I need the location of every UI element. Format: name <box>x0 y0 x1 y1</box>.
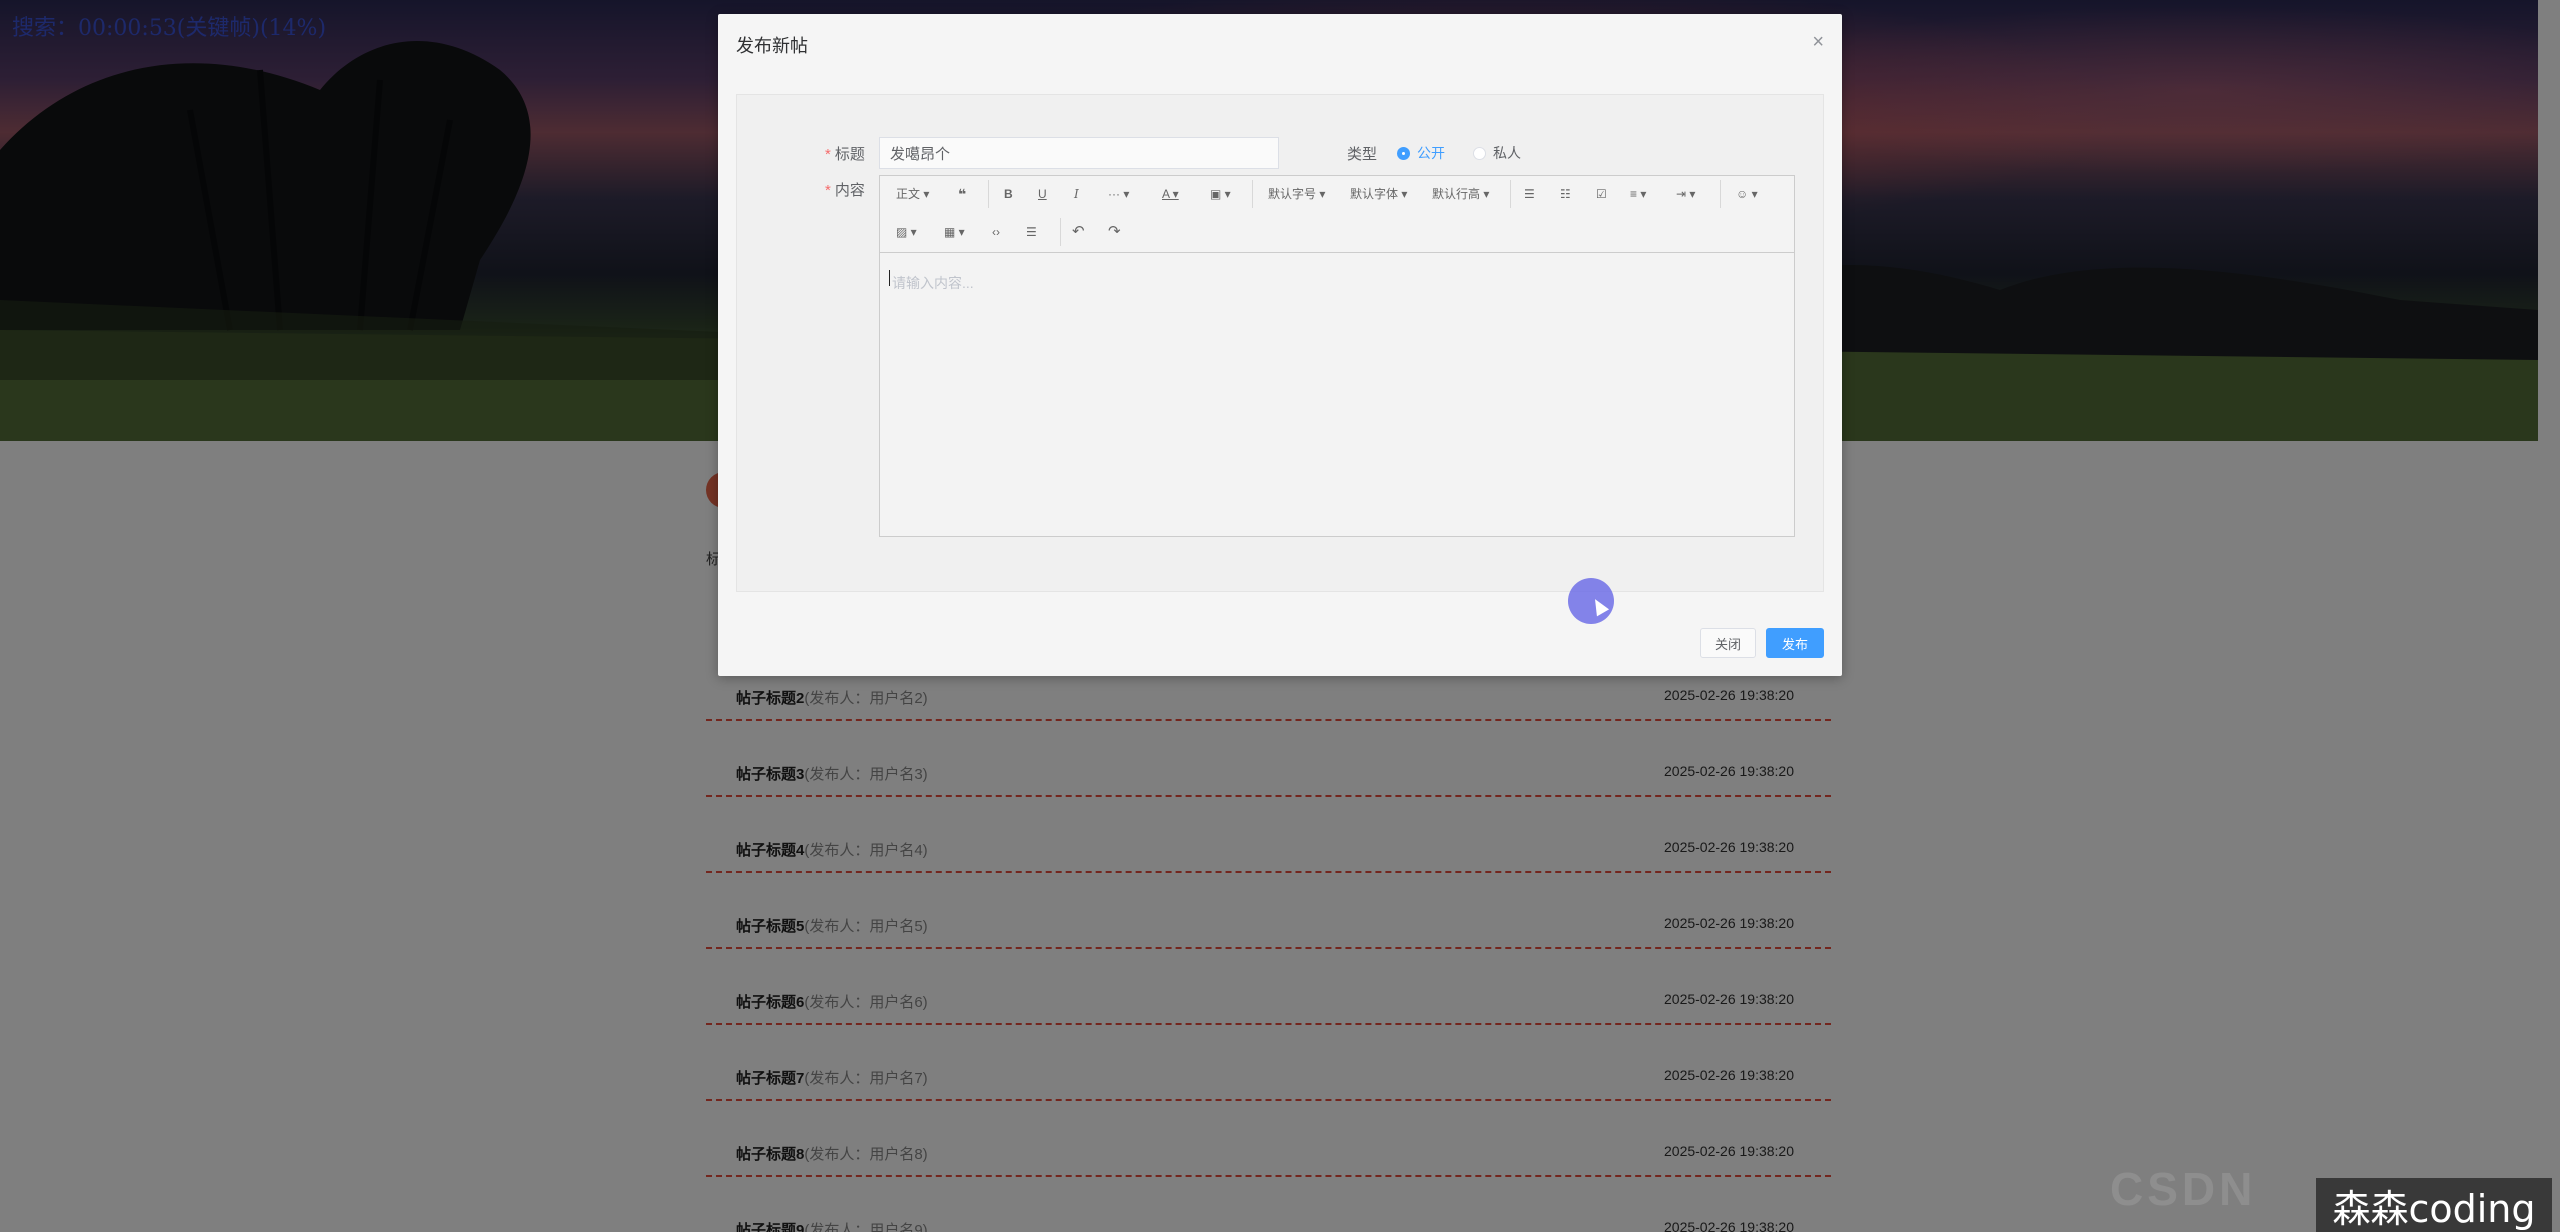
watermark: 森森coding <box>2316 1178 2552 1232</box>
radio-dot <box>1473 146 1486 160</box>
more-icon[interactable]: ··· ▾ <box>1108 182 1129 206</box>
indent-icon[interactable]: ⇥ ▾ <box>1676 182 1695 206</box>
image-icon[interactable]: ▨ ▾ <box>896 220 917 244</box>
toolbar-divider <box>1510 180 1511 208</box>
content-label: * 内容 <box>825 182 865 199</box>
radio-dot <box>1397 146 1410 160</box>
bg-color-icon[interactable]: ▣ ▾ <box>1210 182 1231 206</box>
underline-icon[interactable]: U <box>1038 182 1047 206</box>
type-label: 类型 <box>1347 146 1378 163</box>
line-height-dropdown[interactable]: 默认行高 ▾ <box>1432 182 1489 206</box>
undo-icon[interactable]: ↶ <box>1072 220 1085 244</box>
page-root: 搜索：00:00:53(关键帧)(14%) 标 帖子标题2(发布人：用户名2) … <box>0 0 2560 1232</box>
bold-icon[interactable]: B <box>1004 182 1013 206</box>
faint-watermark: CSDN <box>2110 1163 2257 1215</box>
font-family-dropdown[interactable]: 默认字体 ▾ <box>1350 182 1407 206</box>
radio-public[interactable]: 公开 <box>1397 143 1445 163</box>
font-color-icon[interactable]: A ▾ <box>1162 182 1179 206</box>
toolbar-divider <box>988 180 989 208</box>
text-caret <box>889 270 890 286</box>
font-size-dropdown[interactable]: 默认字号 ▾ <box>1268 182 1325 206</box>
title-input[interactable] <box>879 137 1279 169</box>
align-icon[interactable]: ≡ ▾ <box>1630 182 1646 206</box>
toolbar-divider <box>1720 180 1721 208</box>
editor-content-area[interactable]: 请输入内容... <box>880 253 1794 536</box>
editor-placeholder: 请输入内容... <box>892 275 974 291</box>
quote-icon[interactable]: ❝ <box>958 182 966 206</box>
required-mark: * <box>825 182 831 199</box>
close-icon[interactable]: × <box>1812 32 1824 52</box>
paragraph-dropdown[interactable]: 正文 ▾ <box>896 182 929 206</box>
italic-icon[interactable]: I <box>1074 182 1079 206</box>
title-label: * 标题 <box>825 146 865 163</box>
todo-icon[interactable]: ☑ <box>1596 182 1607 206</box>
toolbar-divider <box>1060 218 1061 246</box>
dialog-title: 发布新帖 <box>736 36 808 56</box>
emoji-icon[interactable]: ☺ ▾ <box>1736 182 1758 206</box>
table-icon[interactable]: ▦ ▾ <box>944 220 965 244</box>
close-button[interactable]: 关闭 <box>1700 628 1756 658</box>
publish-dialog: 发布新帖 × *标题 类型 公开 私人 *内容 正文 ▾ <box>718 14 1842 676</box>
numbered-list-icon[interactable]: ☷ <box>1560 182 1571 206</box>
divider-icon[interactable]: ☰ <box>1026 220 1037 244</box>
editor-toolbar: 正文 ▾ ❝ B U I ··· ▾ A ▾ ▣ ▾ 默认字号 ▾ 默认字体 ▾… <box>880 176 1794 253</box>
rich-text-editor: 正文 ▾ ❝ B U I ··· ▾ A ▾ ▣ ▾ 默认字号 ▾ 默认字体 ▾… <box>879 175 1795 537</box>
publish-button[interactable]: 发布 <box>1766 628 1824 658</box>
toolbar-divider <box>1252 180 1253 208</box>
code-icon[interactable]: ‹› <box>992 220 1000 244</box>
required-mark: * <box>825 146 831 163</box>
radio-private[interactable]: 私人 <box>1473 143 1521 163</box>
redo-icon[interactable]: ↷ <box>1108 220 1121 244</box>
post-form: *标题 类型 公开 私人 *内容 正文 ▾ ❝ B <box>736 94 1824 592</box>
bulleted-list-icon[interactable]: ☰ <box>1524 182 1535 206</box>
